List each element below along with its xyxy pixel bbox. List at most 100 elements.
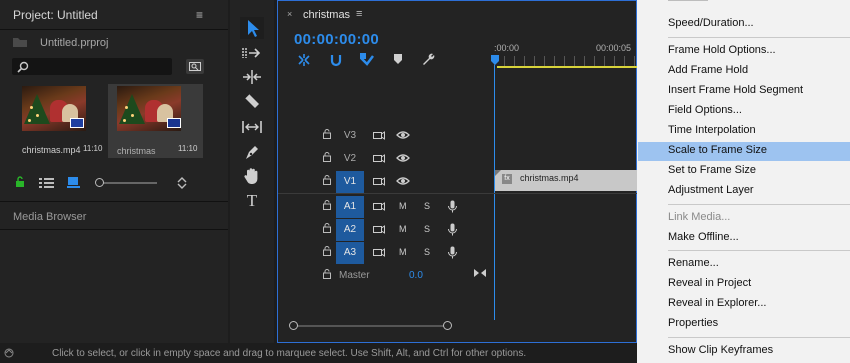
- work-area-bar[interactable]: [497, 66, 637, 68]
- add-marker-icon[interactable]: [393, 53, 403, 65]
- menu-item-time-interpolation[interactable]: Time Interpolation: [668, 124, 756, 136]
- ripple-edit-tool[interactable]: [241, 69, 263, 85]
- menu-item-frame-hold-options[interactable]: Frame Hold Options...: [668, 44, 776, 56]
- menu-item-insert-frame-hold-segment[interactable]: Insert Frame Hold Segment: [668, 84, 803, 96]
- track-header-master: Master 0.0: [278, 265, 494, 287]
- toggle-output-eye-icon[interactable]: [396, 176, 410, 189]
- menu-item-reveal-in-explorer[interactable]: Reveal in Explorer...: [668, 297, 766, 309]
- track-lock-icon[interactable]: [323, 129, 331, 142]
- track-lock-icon[interactable]: [323, 269, 331, 282]
- toggle-output-eye-icon[interactable]: [396, 153, 410, 166]
- menu-item-show-clip-keyframes[interactable]: Show Clip Keyframes: [668, 344, 773, 356]
- mute-track-button[interactable]: M: [399, 201, 407, 211]
- track-lock-icon[interactable]: [323, 246, 331, 259]
- clip-tile-selected[interactable]: christmas 11:10: [108, 84, 203, 158]
- voiceover-record-icon[interactable]: [448, 200, 457, 216]
- timeline-clip[interactable]: fx christmas.mp4: [495, 170, 637, 191]
- fx-badge: fx: [502, 174, 512, 184]
- track-select-tool[interactable]: [241, 45, 263, 61]
- sort-icon[interactable]: [177, 177, 187, 189]
- menu-item-rename[interactable]: Rename...: [668, 257, 719, 269]
- track-target-a2[interactable]: A2: [336, 219, 364, 241]
- clip-tile[interactable]: christmas.mp4 11:10: [13, 83, 103, 157]
- master-track-label: Master: [339, 270, 370, 281]
- track-lock-icon[interactable]: [323, 223, 331, 236]
- menu-item-partial: [668, 0, 708, 1]
- track-target-a3[interactable]: A3: [336, 242, 364, 264]
- track-target-v3[interactable]: V3: [336, 125, 364, 147]
- go-to-in-out-icon[interactable]: [474, 268, 486, 281]
- project-title: Project: Untitled: [13, 8, 98, 22]
- solo-track-button[interactable]: S: [424, 224, 430, 234]
- close-tab-icon[interactable]: ×: [287, 9, 292, 19]
- scrollbar-left-handle[interactable]: [289, 321, 298, 330]
- new-search-bin-button[interactable]: [186, 59, 204, 74]
- sync-lock-icon[interactable]: [373, 153, 385, 167]
- track-lock-icon[interactable]: [323, 152, 331, 165]
- sync-lock-icon[interactable]: [373, 247, 385, 261]
- clip-name: christmas: [117, 146, 156, 156]
- track-target-a1[interactable]: A1: [336, 196, 364, 218]
- menu-item-adjustment-layer[interactable]: Adjustment Layer: [668, 184, 754, 196]
- track-lock-icon[interactable]: [323, 175, 331, 188]
- zoom-slider-handle[interactable]: [95, 178, 104, 187]
- razor-tool[interactable]: [242, 93, 262, 111]
- track-header-v3: V3: [278, 125, 494, 147]
- mute-track-button[interactable]: M: [399, 247, 407, 257]
- solo-track-button[interactable]: S: [424, 247, 430, 257]
- toggle-output-eye-icon[interactable]: [396, 130, 410, 143]
- linked-selection-icon[interactable]: [359, 52, 375, 68]
- lock-icon[interactable]: [15, 176, 25, 188]
- timeline-panel-menu-icon[interactable]: ≡: [356, 8, 362, 20]
- video-badge-icon: [70, 118, 84, 128]
- selection-tool[interactable]: [240, 17, 264, 39]
- media-browser-tab[interactable]: Media Browser: [13, 211, 86, 223]
- menu-separator: [668, 250, 850, 251]
- list-view-icon[interactable]: [39, 177, 55, 188]
- menu-separator: [668, 37, 850, 38]
- project-file-name: Untitled.prproj: [40, 37, 109, 49]
- timeline-scrollbar[interactable]: [293, 325, 448, 327]
- pen-tool[interactable]: [243, 143, 261, 161]
- menu-item-properties[interactable]: Properties: [668, 317, 718, 329]
- master-volume-value[interactable]: 0.0: [409, 270, 423, 281]
- menu-item-set-to-frame-size[interactable]: Set to Frame Size: [668, 164, 756, 176]
- sync-lock-icon[interactable]: [373, 224, 385, 238]
- menu-item-link-media: Link Media...: [668, 211, 731, 223]
- hand-tool[interactable]: [243, 167, 261, 185]
- time-ruler[interactable]: [494, 56, 637, 66]
- menu-item-speed-duration[interactable]: Speed/Duration...: [668, 17, 754, 29]
- sync-lock-icon[interactable]: [373, 130, 385, 144]
- menu-item-scale-to-frame-size[interactable]: Scale to Frame Size: [668, 144, 767, 156]
- sequence-tab[interactable]: christmas: [303, 9, 350, 21]
- menu-item-reveal-in-project[interactable]: Reveal in Project: [668, 277, 751, 289]
- menu-item-make-offline[interactable]: Make Offline...: [668, 231, 739, 243]
- clip-duration: 11:10: [178, 144, 198, 153]
- mute-track-button[interactable]: M: [399, 224, 407, 234]
- status-text: Click to select, or click in empty space…: [52, 348, 527, 359]
- slip-tool[interactable]: [241, 119, 263, 135]
- wrench-icon[interactable]: [421, 52, 435, 66]
- nest-sequence-icon[interactable]: [296, 53, 312, 67]
- panel-menu-icon[interactable]: ≡: [196, 8, 203, 22]
- track-header-a3: A3 M S: [278, 242, 494, 264]
- track-target-v1[interactable]: V1: [336, 171, 364, 193]
- solo-track-button[interactable]: S: [424, 201, 430, 211]
- voiceover-record-icon[interactable]: [448, 246, 457, 262]
- menu-item-field-options[interactable]: Field Options...: [668, 104, 742, 116]
- sync-lock-icon[interactable]: [373, 201, 385, 215]
- track-lock-icon[interactable]: [323, 200, 331, 213]
- icon-view-icon[interactable]: [67, 176, 81, 188]
- type-tool[interactable]: T: [240, 191, 264, 211]
- search-input[interactable]: [12, 58, 172, 75]
- scrollbar-right-handle[interactable]: [443, 321, 452, 330]
- voiceover-record-icon[interactable]: [448, 223, 457, 239]
- track-target-v2[interactable]: V2: [336, 148, 364, 170]
- snap-icon[interactable]: [329, 53, 343, 67]
- sync-lock-icon[interactable]: [373, 176, 385, 190]
- menu-item-add-frame-hold[interactable]: Add Frame Hold: [668, 64, 748, 76]
- playhead-timecode[interactable]: 00:00:00:00: [294, 31, 379, 48]
- project-panel: Project: Untitled ≡ Untitled.prproj chri…: [0, 0, 228, 343]
- playhead-handle[interactable]: [491, 55, 499, 65]
- zoom-slider-track[interactable]: [99, 182, 157, 184]
